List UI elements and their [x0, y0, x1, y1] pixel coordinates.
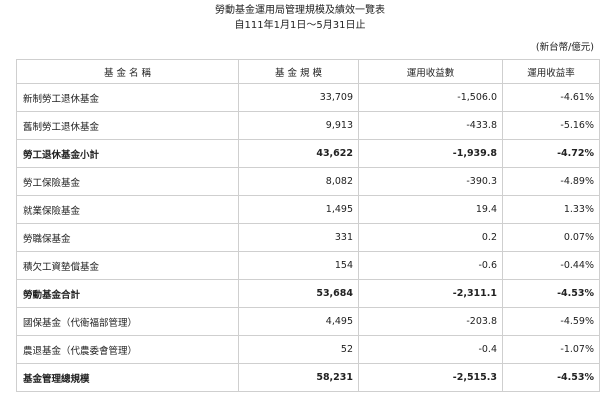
fund-scale-cell: 8,082: [238, 167, 359, 196]
return-rate-cell: -1.07%: [502, 335, 600, 364]
return-rate-cell: -5.16%: [502, 111, 600, 140]
fund-scale-cell: 58,231: [238, 363, 359, 392]
return-rate-cell: -4.53%: [502, 363, 600, 392]
header-fund-name: 基 金 名 稱: [16, 59, 239, 84]
report-period: 自111年1月1日～5月31日止: [234, 20, 366, 31]
income-cell: -2,515.3: [358, 363, 503, 392]
return-rate-cell: 1.33%: [502, 195, 600, 224]
fund-scale-cell: 43,622: [238, 139, 359, 168]
fund-scale-cell: 4,495: [238, 307, 359, 336]
table-row: 勞工保險基金 8,082 -390.3 -4.89%: [16, 167, 600, 196]
fund-name-cell: 新制勞工退休基金: [16, 83, 239, 112]
header-return-rate: 運用收益率: [502, 59, 600, 84]
currency-unit: (新台幣/億元): [535, 42, 594, 53]
fund-name-cell: 勞動基金合計: [16, 279, 239, 308]
income-cell: -2,311.1: [358, 279, 503, 308]
report-page: 勞動基金運用局管理規模及績效一覽表 自111年1月1日～5月31日止 (新台幣/…: [0, 0, 600, 400]
income-cell: 0.2: [358, 223, 503, 252]
table-body: 新制勞工退休基金 33,709 -1,506.0 -4.61% 舊制勞工退休基金 9,91…: [16, 83, 600, 392]
fund-name-cell: 積欠工資墊償基金: [16, 251, 239, 280]
fund-scale-cell: 1,495: [238, 195, 359, 224]
fund-name-cell: 勞工保險基金: [16, 167, 239, 196]
fund-name-cell: 舊制勞工退休基金: [16, 111, 239, 140]
return-rate-cell: -4.89%: [502, 167, 600, 196]
income-cell: -1,506.0: [358, 83, 503, 112]
table-row: 勞動基金合計 53,684 -2,311.1 -4.53%: [16, 279, 600, 308]
table-row: 基金管理總規模 58,231 -2,515.3 -4.53%: [16, 363, 600, 392]
fund-scale-cell: 331: [238, 223, 359, 252]
income-cell: -0.6: [358, 251, 503, 280]
fund-scale-cell: 9,913: [238, 111, 359, 140]
table-row: 國保基金（代衛福部管理） 4,495 -203.8 -4.59%: [16, 307, 600, 336]
table-row: 農退基金（代農委會管理） 52 -0.4 -1.07%: [16, 335, 600, 364]
return-rate-cell: -4.59%: [502, 307, 600, 336]
income-cell: -1,939.8: [358, 139, 503, 168]
report-title: 勞動基金運用局管理規模及績效一覽表: [215, 5, 385, 16]
income-cell: -390.3: [358, 167, 503, 196]
fund-name-cell: 勞職保基金: [16, 223, 239, 252]
fund-name-cell: 農退基金（代農委會管理）: [16, 335, 239, 364]
fund-name-cell: 勞工退休基金小計: [16, 139, 239, 168]
return-rate-cell: -4.72%: [502, 139, 600, 168]
fund-scale-cell: 33,709: [238, 83, 359, 112]
table-row: 就業保險基金 1,495 19.4 1.33%: [16, 195, 600, 224]
table-row: 積欠工資墊償基金 154 -0.6 -0.44%: [16, 251, 600, 280]
return-rate-cell: 0.07%: [502, 223, 600, 252]
income-cell: -203.8: [358, 307, 503, 336]
header-fund-scale: 基 金 規 模: [238, 59, 359, 84]
return-rate-cell: -4.61%: [502, 83, 600, 112]
table-row: 新制勞工退休基金 33,709 -1,506.0 -4.61%: [16, 83, 600, 112]
fund-performance-table: 基 金 名 稱 基 金 規 模 運用收益數 運用收益率 新制勞工退休基金 33,7…: [16, 59, 600, 392]
return-rate-cell: -4.53%: [502, 279, 600, 308]
table-header-row: 基 金 名 稱 基 金 規 模 運用收益數 運用收益率: [16, 59, 600, 84]
fund-scale-cell: 154: [238, 251, 359, 280]
header-income: 運用收益數: [358, 59, 503, 84]
income-cell: 19.4: [358, 195, 503, 224]
fund-name-cell: 就業保險基金: [16, 195, 239, 224]
table-row: 舊制勞工退休基金 9,913 -433.8 -5.16%: [16, 111, 600, 140]
fund-name-cell: 基金管理總規模: [16, 363, 239, 392]
return-rate-cell: -0.44%: [502, 251, 600, 280]
table-row: 勞職保基金 331 0.2 0.07%: [16, 223, 600, 252]
fund-name-cell: 國保基金（代衛福部管理）: [16, 307, 239, 336]
table-row: 勞工退休基金小計 43,622 -1,939.8 -4.72%: [16, 139, 600, 168]
fund-scale-cell: 53,684: [238, 279, 359, 308]
income-cell: -433.8: [358, 111, 503, 140]
income-cell: -0.4: [358, 335, 503, 364]
fund-scale-cell: 52: [238, 335, 359, 364]
